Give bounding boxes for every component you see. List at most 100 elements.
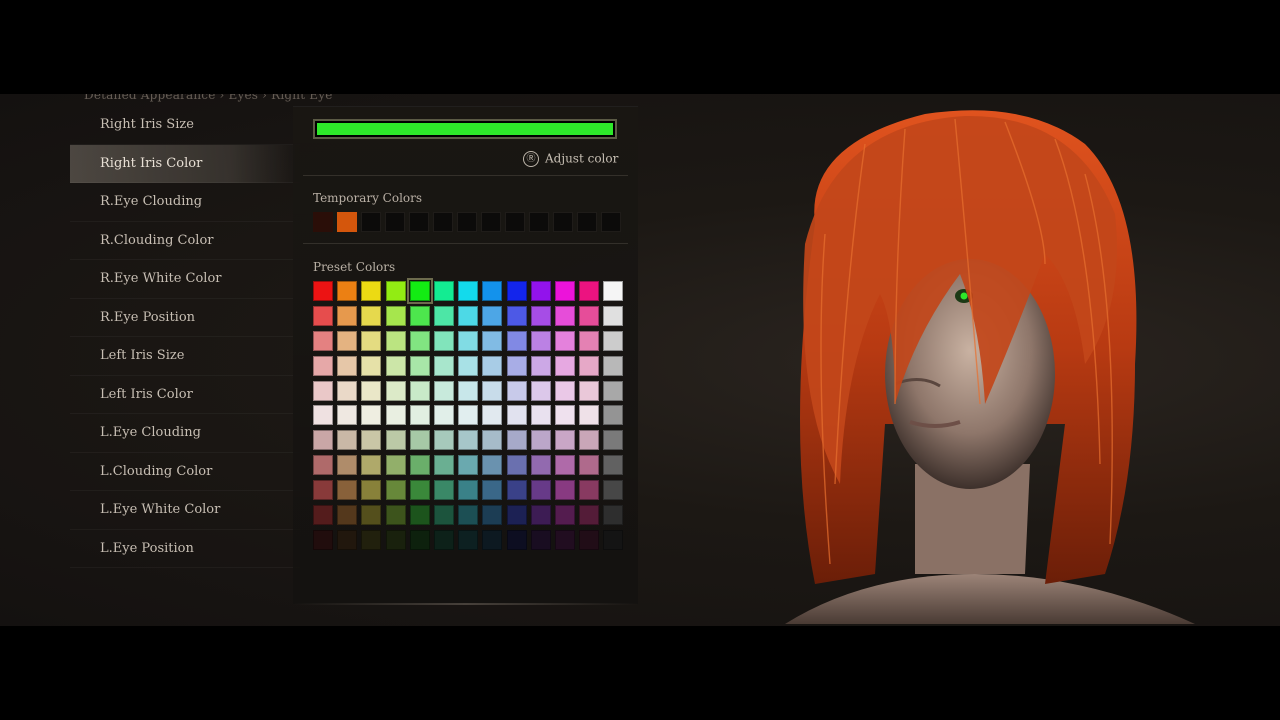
temporary-color-swatch[interactable] [481,212,501,232]
preset-color-swatch[interactable] [385,305,406,326]
preset-color-swatch[interactable] [554,380,575,401]
preset-color-swatch[interactable] [482,281,503,301]
preset-color-swatch[interactable] [458,480,479,501]
menu-item-right-iris-size[interactable]: Right Iris Size [70,106,300,145]
preset-color-swatch[interactable] [554,505,575,526]
preset-color-swatch[interactable] [409,405,430,426]
preset-color-swatch[interactable] [579,480,600,501]
preset-color-swatch[interactable] [361,455,382,476]
preset-color-swatch[interactable] [530,330,551,351]
preset-color-swatch[interactable] [482,505,503,526]
temporary-color-swatch[interactable] [433,212,453,232]
preset-color-swatch[interactable] [458,330,479,351]
preset-color-swatch[interactable] [530,380,551,401]
preset-color-swatch[interactable] [313,529,333,550]
preset-color-swatch[interactable] [482,430,503,451]
preset-color-swatch[interactable] [385,430,406,451]
preset-color-swatch[interactable] [506,305,527,326]
preset-color-swatch[interactable] [458,529,479,550]
preset-color-swatch[interactable] [385,380,406,401]
adjust-color-button[interactable]: Ⓡ Adjust color [523,151,618,167]
preset-color-swatch[interactable] [313,480,333,501]
temporary-color-swatch[interactable] [457,212,477,232]
preset-color-swatch[interactable] [433,380,454,401]
preset-color-swatch[interactable] [506,529,527,550]
preset-color-swatch[interactable] [385,455,406,476]
preset-color-swatch[interactable] [506,355,527,376]
preset-color-swatch[interactable] [337,380,358,401]
preset-color-swatch[interactable] [603,455,624,476]
preset-color-swatch[interactable] [458,455,479,476]
preset-color-swatch[interactable] [409,505,430,526]
preset-color-swatch[interactable] [409,455,430,476]
preset-color-swatch[interactable] [433,430,454,451]
preset-color-swatch[interactable] [337,281,358,301]
preset-color-swatch[interactable] [409,529,430,550]
preset-color-swatch[interactable] [337,405,358,426]
preset-color-swatch[interactable] [530,529,551,550]
preset-color-swatch[interactable] [458,355,479,376]
preset-color-swatch[interactable] [385,330,406,351]
preset-color-swatch[interactable] [554,529,575,550]
preset-color-swatch[interactable] [385,281,406,301]
menu-item-left-iris-size[interactable]: Left Iris Size [70,337,300,376]
preset-color-swatch[interactable] [458,305,479,326]
preset-color-swatch[interactable] [313,455,333,476]
preset-color-swatch[interactable] [433,505,454,526]
preset-color-swatch[interactable] [506,330,527,351]
preset-color-swatch[interactable] [361,405,382,426]
preset-color-swatch[interactable] [313,405,333,426]
preset-color-swatch[interactable] [406,278,433,304]
temporary-color-swatch[interactable] [601,212,621,232]
temporary-color-swatch[interactable] [313,212,333,232]
preset-color-swatch[interactable] [433,355,454,376]
preset-color-swatch[interactable] [361,529,382,550]
temporary-color-swatch[interactable] [337,212,357,232]
preset-color-swatch[interactable] [554,330,575,351]
preset-color-swatch[interactable] [603,281,624,301]
preset-color-swatch[interactable] [506,405,527,426]
preset-color-swatch[interactable] [579,305,600,326]
preset-color-swatch[interactable] [433,281,454,301]
temporary-color-swatch[interactable] [553,212,573,232]
preset-color-swatch[interactable] [458,380,479,401]
preset-color-swatch[interactable] [579,281,600,301]
menu-item-left-iris-color[interactable]: Left Iris Color [70,376,300,414]
preset-color-swatch[interactable] [337,355,358,376]
preset-color-swatch[interactable] [603,380,624,401]
preset-color-swatch[interactable] [385,505,406,526]
preset-color-swatch[interactable] [313,430,333,451]
preset-color-swatch[interactable] [433,330,454,351]
preset-color-swatch[interactable] [506,380,527,401]
preset-color-swatch[interactable] [433,405,454,426]
preset-color-swatch[interactable] [337,305,358,326]
current-color-bar[interactable] [313,119,617,139]
preset-color-swatch[interactable] [385,405,406,426]
preset-color-swatch[interactable] [603,305,624,326]
preset-color-swatch[interactable] [530,305,551,326]
preset-color-swatch[interactable] [482,330,503,351]
preset-color-swatch[interactable] [433,455,454,476]
preset-color-swatch[interactable] [506,455,527,476]
preset-color-swatch[interactable] [603,480,624,501]
preset-color-swatch[interactable] [603,430,624,451]
preset-color-swatch[interactable] [554,405,575,426]
preset-color-swatch[interactable] [530,505,551,526]
temporary-color-swatch[interactable] [577,212,597,232]
preset-color-swatch[interactable] [458,430,479,451]
preset-color-swatch[interactable] [361,480,382,501]
menu-item-right-eye-position[interactable]: R.Eye Position [70,299,300,337]
preset-color-swatch[interactable] [337,430,358,451]
preset-color-swatch[interactable] [313,380,333,401]
preset-color-swatch[interactable] [603,505,624,526]
temporary-color-swatch[interactable] [385,212,405,232]
preset-color-swatch[interactable] [506,281,527,301]
preset-color-swatch[interactable] [409,430,430,451]
preset-color-swatch[interactable] [409,330,430,351]
preset-color-swatch[interactable] [433,480,454,501]
preset-color-swatch[interactable] [409,380,430,401]
temporary-color-swatch[interactable] [409,212,429,232]
preset-color-swatch[interactable] [482,380,503,401]
preset-color-swatch[interactable] [361,281,382,301]
preset-color-swatch[interactable] [361,330,382,351]
